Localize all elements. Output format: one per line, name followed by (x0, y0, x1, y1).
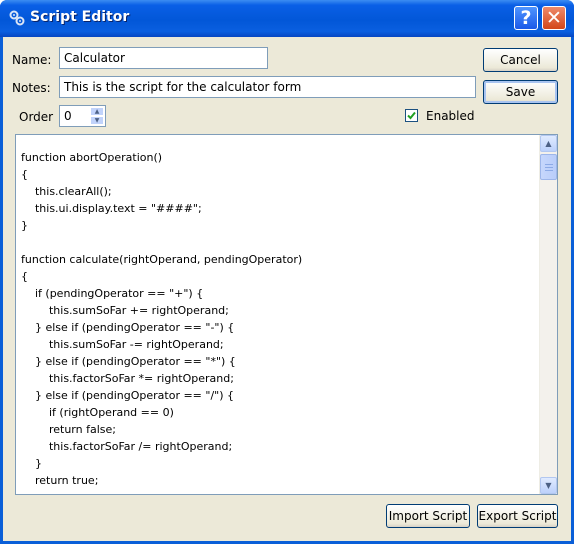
script-editor-window: Script Editor ? ✕ Name: Calculator Notes… (0, 0, 574, 544)
help-icon: ? (520, 7, 532, 29)
cancel-button-label: Cancel (500, 53, 541, 67)
enabled-checkbox[interactable] (405, 109, 418, 122)
code-line: function calculate(rightOperand, pending… (21, 253, 303, 266)
save-button-label: Save (505, 85, 536, 99)
name-input[interactable]: Calculator (59, 47, 268, 69)
code-line: } else if (pendingOperator == "-") { (21, 321, 235, 334)
code-line: } else if (pendingOperator == "*") { (21, 355, 236, 368)
script-gears-icon (8, 9, 26, 27)
code-line: } (21, 219, 28, 232)
import-script-button[interactable]: Import Script (386, 504, 470, 528)
scroll-down-button[interactable]: ▼ (540, 477, 557, 494)
enabled-label[interactable]: Enabled (426, 109, 475, 123)
order-spinner[interactable]: 0 ▲ ▼ (59, 105, 106, 127)
export-script-button[interactable]: Export Script (477, 504, 558, 528)
code-line: return false; (21, 423, 116, 436)
spinner-arrows[interactable]: ▲ ▼ (90, 107, 104, 125)
title-bar[interactable]: Script Editor ? ✕ (0, 0, 574, 37)
code-line: if (pendingOperator == "+") { (21, 287, 204, 300)
close-icon: ✕ (546, 7, 562, 29)
script-editor[interactable]: function abortOperation() { this.clearAll… (15, 134, 558, 495)
code-line: function abortOperation() (21, 151, 163, 164)
scroll-up-button[interactable]: ▲ (540, 135, 557, 152)
checkmark-icon (407, 111, 416, 120)
code-line: this.factorSoFar /= rightOperand; (21, 440, 233, 453)
code-line: this.clearAll(); (21, 185, 112, 198)
dialog-body: Name: Calculator Notes: This is the scri… (3, 37, 571, 541)
close-button[interactable]: ✕ (542, 6, 566, 30)
name-label: Name: (12, 53, 52, 67)
code-line: { (21, 168, 28, 181)
help-button[interactable]: ? (514, 6, 538, 30)
order-label: Order (19, 110, 54, 124)
code-line: } (21, 457, 42, 470)
export-script-label: Export Script (478, 509, 557, 523)
save-button[interactable]: Save (483, 80, 558, 104)
vertical-scrollbar[interactable]: ▲ ▼ (539, 135, 557, 494)
code-line: this.ui.display.text = "####"; (21, 202, 202, 215)
arrow-down-icon[interactable]: ▼ (90, 116, 104, 125)
code-line: this.factorSoFar *= rightOperand; (21, 372, 234, 385)
arrow-up-icon[interactable]: ▲ (90, 107, 104, 116)
code-line: } else if (pendingOperator == "/") { (21, 389, 235, 402)
code-line: { (21, 270, 28, 283)
notes-label: Notes: (12, 81, 51, 95)
code-line: if (rightOperand == 0) (21, 406, 174, 419)
scroll-thumb[interactable] (540, 154, 557, 180)
window-title: Script Editor (30, 9, 130, 25)
notes-input[interactable]: This is the script for the calculator fo… (59, 76, 476, 98)
order-value: 0 (64, 109, 72, 123)
script-code[interactable]: function abortOperation() { this.clearAll… (21, 149, 536, 493)
code-line: this.sumSoFar += rightOperand; (21, 304, 229, 317)
import-script-label: Import Script (388, 509, 468, 523)
code-line: this.sumSoFar -= rightOperand; (21, 338, 224, 351)
code-line: return true; (21, 474, 99, 487)
cancel-button[interactable]: Cancel (483, 48, 558, 72)
